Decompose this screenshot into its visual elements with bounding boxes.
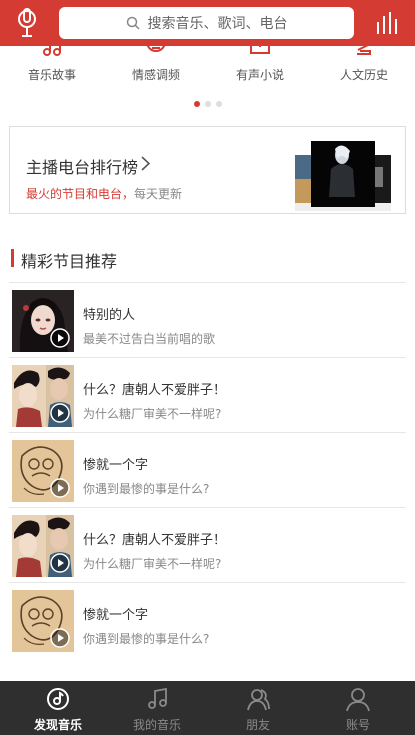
carousel-dot[interactable]	[193, 101, 200, 107]
category-music-story[interactable]: 音乐故事	[0, 42, 104, 96]
divider	[9, 282, 406, 283]
tab-label: 发现音乐	[33, 718, 82, 732]
tab-label: 账号	[345, 718, 370, 732]
divider	[9, 582, 406, 583]
rank-card-subtitle: 最火的节目和电台，每天更新	[26, 185, 182, 202]
program-desc: 为什么糖厂审美不一样呢?	[83, 557, 222, 571]
carousel-dot[interactable]	[204, 101, 211, 107]
program-title: 惨就一个字	[83, 458, 149, 473]
carousel-indicator	[0, 101, 415, 107]
discover-music-icon	[47, 688, 69, 710]
tab-account[interactable]: 账号	[306, 681, 410, 735]
rank-card-subtitle-rest: 每天更新	[134, 187, 183, 201]
program-title: 特别的人	[83, 308, 136, 323]
play-icon[interactable]	[50, 553, 70, 573]
tab-label: 我的音乐	[132, 718, 181, 732]
friends-icon	[247, 689, 270, 711]
program-desc: 为什么糖厂审美不一样呢?	[83, 407, 222, 421]
program-item[interactable]: 惨就一个字 你遇到最惨的事是什么?	[12, 590, 406, 652]
divider	[9, 507, 406, 508]
search-input[interactable]: 搜索音乐、歌词、电台	[59, 7, 354, 39]
equalizer-icon[interactable]	[375, 10, 401, 36]
divider	[9, 357, 406, 358]
program-item[interactable]: 什么？唐朝人不爱胖子！ 为什么糖厂审美不一样呢?	[12, 515, 406, 577]
album-collage-image	[295, 141, 391, 211]
program-item[interactable]: 什么？唐朝人不爱胖子！ 为什么糖厂审美不一样呢?	[12, 365, 406, 427]
my-music-icon	[148, 687, 167, 709]
program-title: 什么？唐朝人不爱胖子！	[83, 533, 227, 548]
program-title: 惨就一个字	[83, 608, 149, 623]
chevron-right-icon	[141, 156, 150, 171]
tab-friends[interactable]: 朋友	[206, 681, 310, 735]
program-item[interactable]: 惨就一个字 你遇到最惨的事是什么?	[12, 440, 406, 502]
tab-my-music[interactable]: 我的音乐	[105, 681, 209, 735]
category-label: 有声小说	[235, 68, 284, 82]
radio-ranking-card[interactable]: 主播电台排行榜 最火的节目和电台，每天更新	[9, 126, 406, 214]
top-bar: 搜索音乐、歌词、电台	[0, 0, 415, 46]
play-icon[interactable]	[50, 403, 70, 423]
mic-icon[interactable]	[14, 6, 40, 40]
play-icon[interactable]	[50, 478, 70, 498]
category-label: 音乐故事	[27, 68, 76, 82]
rank-card-title: 主播电台排行榜	[26, 158, 139, 177]
category-emotion-fm[interactable]: 情感调频	[104, 42, 208, 96]
section-accent-bar	[11, 249, 14, 267]
category-label: 人文历史	[339, 68, 388, 82]
search-icon	[126, 16, 140, 30]
program-item[interactable]: 特别的人 最美不过告白当前唱的歌	[12, 290, 406, 352]
program-desc: 你遇到最惨的事是什么?	[83, 632, 210, 646]
play-icon[interactable]	[50, 328, 70, 348]
tab-label: 朋友	[245, 718, 270, 732]
section-title: 精彩节目推荐	[21, 252, 118, 271]
tab-discover-music[interactable]: 发现音乐	[6, 681, 110, 735]
bottom-tab-bar: 发现音乐 我的音乐 朋友 账号	[0, 681, 415, 735]
rank-card-subtitle-highlight: 最火的节目和电台，	[26, 187, 135, 201]
play-icon[interactable]	[50, 628, 70, 648]
category-audiobook[interactable]: 有声小说	[208, 42, 312, 96]
divider	[9, 432, 406, 433]
account-icon	[346, 688, 370, 711]
emotion-fm-icon	[146, 42, 166, 52]
carousel-dot[interactable]	[215, 101, 222, 107]
category-label: 情感调频	[131, 68, 180, 82]
program-desc: 最美不过告白当前唱的歌	[83, 332, 216, 346]
category-row: 音乐故事 情感调频 有声小说 人文历史	[0, 42, 415, 96]
program-title: 什么？唐朝人不爱胖子！	[83, 383, 227, 398]
audiobook-icon	[250, 42, 270, 54]
category-history[interactable]: 人文历史	[312, 43, 415, 96]
program-desc: 你遇到最惨的事是什么?	[83, 482, 210, 496]
music-story-icon	[43, 42, 61, 56]
history-icon	[357, 43, 371, 55]
search-placeholder: 搜索音乐、歌词、电台	[147, 16, 288, 32]
